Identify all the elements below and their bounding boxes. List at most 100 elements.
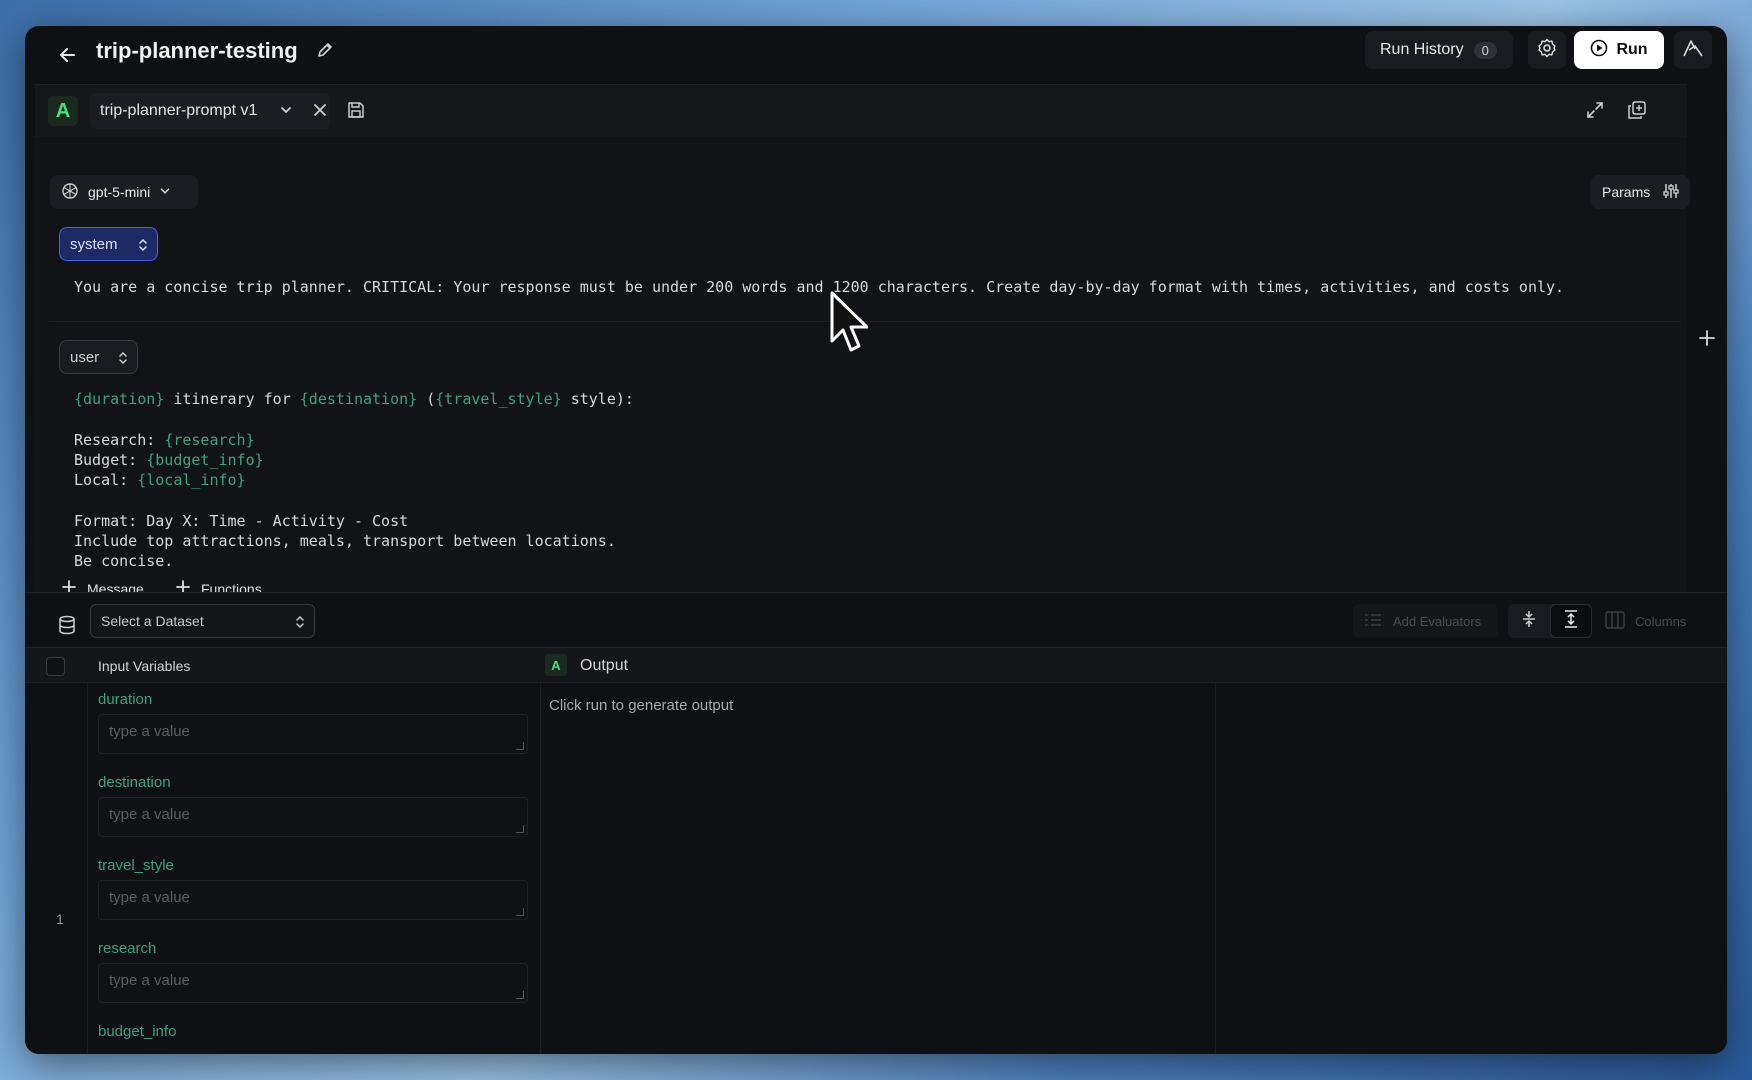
variable-label: budget_info — [98, 1023, 177, 1040]
input-placeholder: type a value — [109, 723, 190, 740]
add-evaluators-label: Add Evaluators — [1393, 613, 1482, 629]
prompt-name: trip-planner-prompt v1 — [100, 102, 258, 119]
updown-icon — [137, 237, 149, 257]
message-text-fragment: Local: — [74, 471, 138, 490]
column-divider — [87, 683, 88, 1054]
app-window: trip-planner-testing Run History 0 Run A… — [25, 26, 1727, 1054]
message-line: {duration} itinerary for {destination} (… — [74, 389, 634, 409]
message-line: Research: {research} — [74, 430, 634, 450]
params-button[interactable]: Params — [1590, 175, 1690, 209]
chevron-down-icon — [278, 102, 294, 123]
resize-handle-icon[interactable] — [516, 825, 524, 833]
message-line: Budget: {budget_info} — [74, 450, 634, 470]
list-icon — [1363, 612, 1383, 631]
variable-value-input[interactable]: type a value — [98, 880, 528, 920]
mouse-cursor-icon — [830, 291, 869, 358]
collapse-rows-button[interactable] — [1508, 604, 1550, 638]
role-select-user[interactable]: user — [59, 340, 138, 374]
add-evaluators-button[interactable]: Add Evaluators — [1353, 604, 1498, 638]
run-history-button[interactable]: Run History 0 — [1365, 31, 1513, 69]
column-divider — [540, 683, 541, 1054]
message-text-fragment: Be concise. — [74, 552, 174, 571]
save-icon[interactable] — [346, 100, 366, 125]
top-bar: trip-planner-testing Run History 0 Run — [25, 26, 1727, 84]
message-text-fragment: ( — [417, 390, 436, 408]
dataset-area: Select a Dataset Add Evaluators Columns … — [25, 592, 1727, 1054]
input-placeholder: type a value — [109, 972, 190, 989]
gear-icon — [1537, 38, 1557, 63]
run-history-label: Run History — [1380, 41, 1464, 58]
add-prompt-plus-icon[interactable] — [1693, 324, 1721, 352]
row-height-toggle — [1508, 604, 1592, 638]
back-arrow-icon[interactable] — [55, 42, 81, 68]
output-avatar: A — [545, 654, 567, 676]
template-variable: {destination} — [299, 390, 418, 408]
message-text-fragment: Research: — [74, 430, 165, 449]
resize-handle-icon[interactable] — [516, 908, 524, 916]
prompt-version-select[interactable]: trip-planner-prompt v1 — [90, 93, 330, 129]
logo-icon — [1682, 38, 1704, 63]
variable-value-input[interactable]: type a value — [98, 714, 528, 754]
user-message: user {duration} itinerary for {destinati… — [49, 335, 1681, 575]
params-label: Params — [1602, 184, 1651, 200]
message-text-fragment: Budget: — [74, 450, 147, 469]
resize-handle-icon[interactable] — [516, 991, 524, 999]
duplicate-icon[interactable] — [1627, 100, 1647, 125]
input-variables-header: Input Variables — [98, 658, 191, 674]
template-variable: {duration} — [74, 390, 165, 408]
input-placeholder: type a value — [109, 806, 190, 823]
user-message-text[interactable]: {duration} itinerary for {destination} (… — [74, 389, 634, 572]
message-text-fragment: Include top attractions, meals, transpor… — [74, 532, 616, 551]
close-icon[interactable] — [312, 102, 328, 123]
message-line: Local: {local_info} — [74, 470, 634, 490]
expand-rows-button[interactable] — [1550, 604, 1592, 638]
variable-label: duration — [98, 691, 153, 708]
output-header: Output — [580, 657, 629, 674]
message-line: Include top attractions, meals, transpor… — [74, 531, 634, 551]
run-button[interactable]: Run — [1574, 31, 1664, 69]
message-line: Format: Day X: Time - Activity - Cost — [74, 511, 634, 531]
table-header: Input Variables A Output — [25, 647, 1727, 683]
role-label: user — [70, 348, 100, 366]
variable-label: destination — [98, 774, 171, 791]
play-circle-icon — [1590, 39, 1608, 62]
variable-value-input[interactable]: type a value — [98, 963, 528, 1003]
expand-rows-icon — [1563, 609, 1579, 633]
message-text-fragment: style): — [561, 390, 634, 408]
settings-button[interactable] — [1528, 31, 1566, 69]
collapse-icon — [1521, 610, 1537, 633]
message-text-fragment: itinerary for — [164, 390, 300, 408]
page-title: trip-planner-testing — [96, 38, 298, 63]
expand-icon[interactable] — [1585, 100, 1605, 125]
run-label: Run — [1616, 41, 1648, 58]
template-variable: {travel_style} — [435, 390, 562, 408]
row-number: 1 — [56, 911, 64, 927]
columns-label: Columns — [1635, 613, 1687, 629]
role-label: system — [70, 235, 118, 253]
system-message-text[interactable]: You are a concise trip planner. CRITICAL… — [74, 277, 1564, 297]
message-line — [74, 490, 634, 510]
pencil-icon[interactable] — [314, 39, 336, 61]
updown-icon — [294, 614, 306, 633]
role-select-system[interactable]: system — [59, 227, 158, 261]
prompt-header: A trip-planner-prompt v1 — [35, 85, 1687, 137]
template-variable: {research} — [164, 430, 255, 449]
resize-handle-icon[interactable] — [516, 742, 524, 750]
variable-value-input[interactable]: type a value — [98, 797, 528, 837]
variable-label: research — [98, 940, 157, 957]
select-all-checkbox[interactable] — [46, 657, 65, 676]
columns-button[interactable]: Columns — [1605, 604, 1705, 638]
prompt-avatar: A — [48, 96, 78, 126]
updown-icon — [117, 350, 129, 370]
model-select[interactable]: gpt-5-mini — [50, 175, 198, 209]
chevron-down-icon — [158, 184, 172, 201]
dataset-select[interactable]: Select a Dataset — [90, 604, 315, 638]
message-line — [74, 409, 634, 429]
run-history-count-badge: 0 — [1473, 41, 1497, 59]
column-divider — [1215, 683, 1216, 1054]
output-placeholder: Click run to generate output — [549, 697, 734, 714]
variable-label: travel_style — [98, 857, 174, 874]
sliders-icon — [1662, 182, 1680, 203]
app-logo-button[interactable] — [1674, 31, 1712, 69]
database-icon — [58, 615, 76, 640]
